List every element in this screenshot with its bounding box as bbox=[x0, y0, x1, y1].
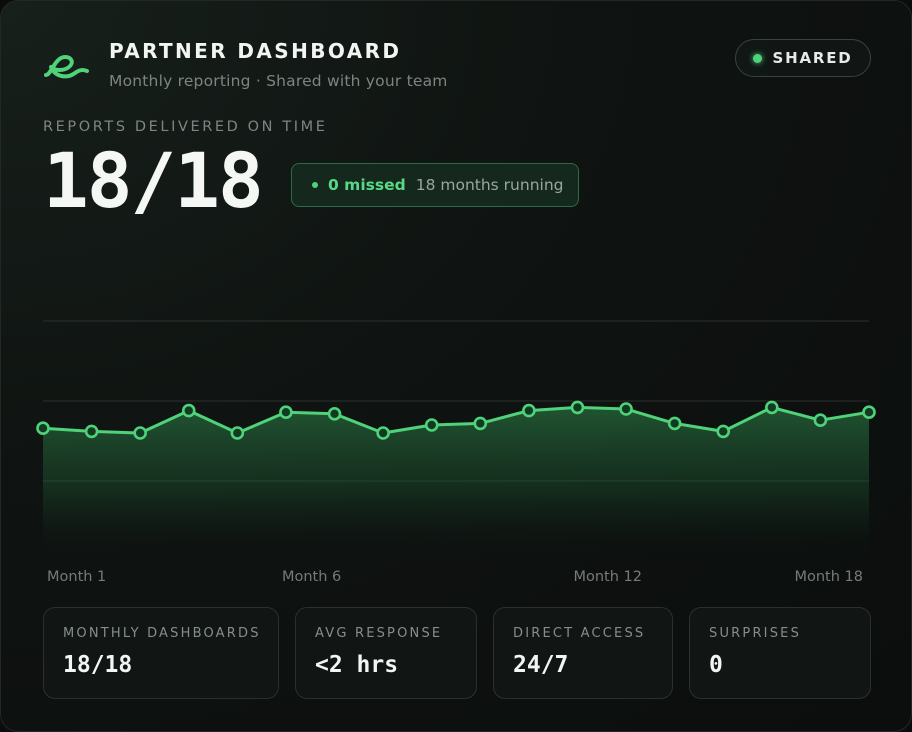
chart-series-line bbox=[42, 405, 870, 435]
stat-label: AVG RESPONSE bbox=[315, 626, 443, 641]
stat-card: DIRECT ACCESS 24/7 bbox=[493, 607, 673, 699]
delivery-trend-chart bbox=[36, 320, 876, 561]
chart-data-point[interactable] bbox=[667, 416, 682, 431]
kpi-value: 18/18 bbox=[43, 136, 264, 225]
chart-data-point[interactable] bbox=[181, 403, 196, 418]
shared-status-button[interactable]: SHARED bbox=[735, 39, 871, 77]
stat-card: AVG RESPONSE <2 hrs bbox=[295, 607, 477, 699]
chart-area-fill bbox=[43, 407, 869, 561]
dashboard-title: PARTNER DASHBOARD bbox=[109, 39, 402, 63]
shared-status-label: SHARED bbox=[772, 49, 853, 67]
chart-data-point[interactable] bbox=[279, 405, 293, 420]
chart-data-point[interactable] bbox=[716, 424, 731, 439]
chart-data-point[interactable] bbox=[522, 403, 536, 418]
kpi-label: REPORTS DELIVERED ON TIME bbox=[43, 119, 328, 135]
chart-data-point[interactable] bbox=[862, 405, 876, 420]
chart-data-point[interactable] bbox=[473, 416, 488, 431]
chart-x-tick-label: Month 18 bbox=[794, 569, 863, 585]
missed-note: 18 months running bbox=[415, 176, 564, 194]
chart-data-point[interactable] bbox=[36, 421, 50, 436]
stat-label: SURPRISES bbox=[709, 626, 802, 641]
missed-count: 0 missed bbox=[328, 176, 406, 194]
stat-value: 24/7 bbox=[513, 652, 569, 678]
infinity-wave-icon bbox=[44, 55, 89, 79]
stat-value: <2 hrs bbox=[315, 652, 399, 678]
chart-data-point[interactable] bbox=[376, 426, 390, 440]
chart-data-point[interactable] bbox=[230, 426, 245, 440]
chart-data-point[interactable] bbox=[619, 402, 633, 416]
chart-data-point[interactable] bbox=[84, 424, 99, 439]
chart-data-point[interactable] bbox=[133, 426, 147, 440]
stat-value: 18/18 bbox=[63, 652, 133, 678]
stat-card: MONTHLY DASHBOARDS 18/18 bbox=[43, 607, 279, 699]
dashboard-card: PARTNER DASHBOARD Monthly reporting · Sh… bbox=[0, 0, 912, 732]
chart-data-point[interactable] bbox=[813, 413, 828, 428]
stat-label: DIRECT ACCESS bbox=[513, 626, 646, 641]
stat-card: SURPRISES 0 bbox=[689, 607, 871, 699]
chart-data-point[interactable] bbox=[765, 400, 779, 415]
chart-data-point[interactable] bbox=[570, 400, 585, 415]
chart-data-point[interactable] bbox=[327, 406, 342, 421]
chart-data-point[interactable] bbox=[424, 418, 439, 432]
status-dot-icon bbox=[753, 53, 763, 63]
chart-x-tick-label: Month 6 bbox=[281, 569, 342, 585]
chart-x-tick-label: Month 1 bbox=[47, 569, 107, 585]
dashboard-subtitle: Monthly reporting · Shared with your tea… bbox=[109, 72, 448, 90]
stat-value: 0 bbox=[709, 652, 723, 678]
stat-label: MONTHLY DASHBOARDS bbox=[63, 626, 261, 641]
chart-x-tick-label: Month 12 bbox=[573, 569, 642, 585]
missed-status-badge: 0 missed 18 months running bbox=[291, 163, 579, 207]
badge-dot-icon bbox=[312, 182, 318, 188]
